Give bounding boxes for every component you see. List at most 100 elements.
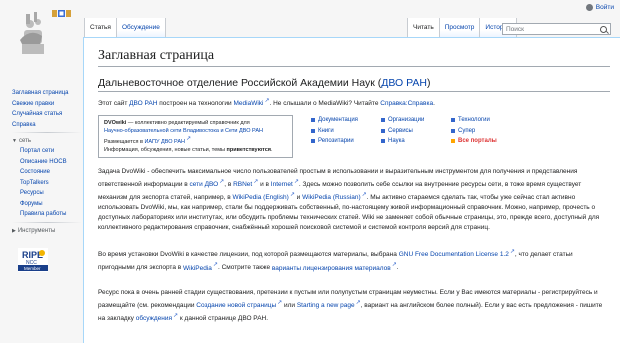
infobox-line4: Информация, обсуждения, новые статьи, те…: [104, 146, 227, 153]
portal-science[interactable]: Наука: [388, 136, 405, 147]
site-logo[interactable]: [0, 0, 82, 60]
bullet-icon: [311, 128, 315, 133]
sidebar-item-resources[interactable]: Ресурсы: [20, 190, 44, 196]
search-icon[interactable]: [600, 25, 607, 33]
sidebar-item-rules[interactable]: Правила работы: [20, 211, 66, 217]
link-rbnet[interactable]: RBNet: [233, 181, 258, 188]
text: к данной странице ДВО РАН.: [178, 314, 269, 322]
portal-item: Все порталы: [449, 136, 519, 147]
view-tabs: Читать Просмотр История: [407, 18, 517, 38]
bullet-icon: [311, 118, 315, 123]
search-placeholder: Поиск: [506, 25, 525, 33]
sidebar-item-help[interactable]: Справка: [12, 122, 36, 128]
infobox-link-network[interactable]: Научно-образовательной сети Владивостока…: [104, 128, 263, 134]
portal-item: Сервисы: [379, 126, 449, 137]
tab-read[interactable]: Читать: [407, 18, 439, 38]
sidebar-item-toptalkers[interactable]: TopTalkers: [20, 180, 49, 186]
infobox-line3: Размещается в: [104, 138, 145, 145]
paragraph-goals: Задача DvoWiki - обеспечить максимальное…: [98, 167, 610, 233]
infobox-link-iapu[interactable]: ИАПУ ДВО РАН: [144, 139, 191, 145]
intro-boxes: DVOwiki — коллективно редактируемый спра…: [98, 115, 610, 158]
sidebar-navigation: Заглавная страница Свежие правки Случайн…: [12, 88, 82, 130]
sidebar-item-random-article[interactable]: Случайная статья: [12, 111, 62, 117]
link-mediawiki[interactable]: MediaWiki: [233, 100, 269, 107]
sidebar-item-main-page[interactable]: Заглавная страница: [12, 90, 68, 96]
bullet-icon: [451, 128, 455, 133]
heading-end: ): [426, 77, 431, 89]
portal-item: Репозитарии: [309, 136, 379, 147]
bullet-icon: [381, 128, 385, 133]
tab-article[interactable]: Статья: [84, 18, 116, 38]
user-icon: [585, 4, 593, 11]
paragraph-license: Во время установки DvoWiki в качестве ли…: [98, 247, 610, 273]
intro-text: Этот сайт: [98, 100, 130, 108]
portal-documentation[interactable]: Документация: [318, 115, 358, 126]
link-license-options[interactable]: варианты лицензирования материалов: [272, 265, 397, 272]
text: Во время установки DvoWiki в качестве ли…: [98, 251, 399, 259]
bullet-icon: [451, 118, 455, 123]
intro-text: построен на технологии: [157, 100, 234, 108]
link-wikipedia[interactable]: WikiPedia: [183, 265, 218, 272]
portal-item: Книги: [309, 126, 379, 137]
portal-grid: Документация Организации Технологии Книг…: [309, 115, 519, 147]
tab-discussion[interactable]: Обсуждение: [115, 18, 166, 38]
sidebar-divider: [12, 221, 82, 223]
portal-all-portals[interactable]: Все порталы: [458, 136, 497, 147]
link-help[interactable]: Справка:Справка: [380, 100, 433, 107]
chevron-down-icon: ▼: [12, 138, 17, 144]
infobox-line1: — коллективно редактируемый справочник д…: [126, 120, 250, 127]
sidebar-item-status[interactable]: Состояние: [20, 169, 50, 175]
link-dvo-ran[interactable]: ДВО РАН: [129, 100, 157, 107]
text: .: [396, 264, 399, 272]
portal-repositories[interactable]: Репозитарии: [318, 136, 354, 147]
ripe-member-label: Member: [24, 266, 41, 271]
text: , в: [224, 181, 234, 189]
link-starting-new-page[interactable]: Starting a new page: [297, 302, 361, 309]
chevron-right-icon: ▶: [12, 227, 16, 234]
text: и в: [258, 181, 271, 189]
text: . Смотрите также: [217, 264, 272, 272]
portal-services[interactable]: Сервисы: [388, 126, 413, 137]
sidebar-tools-section: ▶ Инструменты: [12, 221, 82, 236]
link-create-page[interactable]: Создание новой страницы: [196, 302, 282, 309]
search-input[interactable]: Поиск: [502, 23, 611, 35]
portal-item: Организации: [379, 115, 449, 126]
sidebar-item-forums[interactable]: Форумы: [20, 201, 43, 207]
infobox-end: .: [271, 146, 273, 153]
link-internet[interactable]: Internet: [271, 181, 299, 188]
info-box: DVOwiki — коллективно редактируемый спра…: [98, 115, 293, 158]
sidebar-tools-title: Инструменты: [17, 227, 56, 234]
tab-view-source[interactable]: Просмотр: [438, 18, 480, 38]
bullet-icon: [311, 139, 315, 144]
sidebar-item-recent-changes[interactable]: Свежие правки: [12, 101, 54, 107]
link-wikipedia-ru[interactable]: WikiPedia (Russian): [302, 194, 367, 201]
sidebar-item-nosv-description[interactable]: Описание НОСВ: [20, 159, 67, 165]
link-dvo-network[interactable]: сети ДВО: [190, 181, 225, 188]
sidebar-network-section: ▼ сеть Портал сети Описание НОСВ Состоян…: [12, 132, 82, 220]
portal-super[interactable]: Супер: [458, 126, 475, 137]
personal-tools: Войти: [585, 4, 614, 11]
link-gfdl[interactable]: GNU Free Documentation License 1.2: [399, 251, 515, 258]
sidebar-section-title: сеть: [18, 138, 31, 144]
bullet-icon: [451, 139, 455, 144]
sidebar-divider: [12, 132, 82, 133]
portal-item: Супер: [449, 126, 519, 137]
heading-link-dvo-ran[interactable]: ДВО РАН: [381, 77, 427, 89]
login-link[interactable]: Войти: [596, 4, 614, 11]
portal-organizations[interactable]: Организации: [388, 115, 424, 126]
intro-paragraph: Этот сайт ДВО РАН построен на технологии…: [98, 96, 610, 109]
ripe-ncc-member-badge[interactable]: RIPE NCC Member: [18, 247, 48, 272]
section-heading: Дальневосточное отделение Российской Ака…: [98, 77, 610, 92]
sidebar-item-network-portal[interactable]: Портал сети: [20, 148, 54, 154]
namespace-tabs: Статья Обсуждение: [84, 18, 166, 38]
paragraph-contribute: Ресурс пока в очень ранней стадии сущест…: [98, 288, 610, 324]
sidebar-tools-toggle[interactable]: ▶ Инструменты: [12, 227, 82, 236]
sidebar: Заглавная страница Свежие правки Случайн…: [0, 60, 82, 274]
link-wikipedia-en[interactable]: WikiPedia (English): [232, 194, 294, 201]
main-content: Заглавная страница Дальневосточное отдел…: [83, 37, 620, 343]
portal-item: Документация: [309, 115, 379, 126]
portal-technologies[interactable]: Технологии: [458, 115, 490, 126]
sidebar-section-toggle[interactable]: ▼ сеть: [12, 137, 82, 146]
portal-books[interactable]: Книги: [318, 126, 334, 137]
link-discussion[interactable]: обсуждения: [136, 315, 178, 322]
